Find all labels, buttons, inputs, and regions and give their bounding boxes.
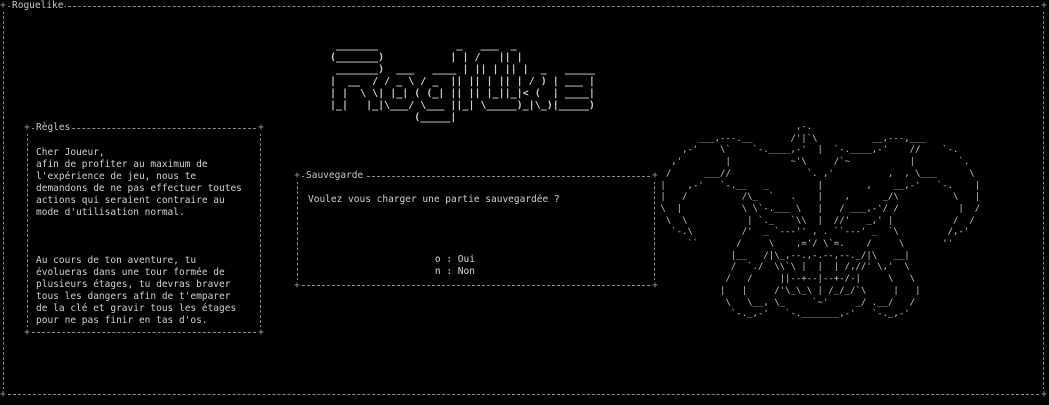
frame-corner: + bbox=[24, 122, 30, 134]
frame-corner: + bbox=[294, 170, 300, 182]
save-dialog-title: Sauvegarde bbox=[304, 170, 366, 182]
save-question: Voulez vous charger une partie sauvegard… bbox=[308, 194, 560, 205]
frame-corner: + bbox=[258, 122, 264, 134]
frame-corner: + bbox=[24, 327, 30, 339]
rules-text: Cher Joueur, afin de profiter au maximum… bbox=[36, 147, 261, 363]
rules-panel: + + + + Règles Cher Joueur, afin de prof… bbox=[24, 122, 264, 339]
frame-corner: + bbox=[294, 280, 300, 292]
save-dialog: + + + + Sauvegarde Voulez vous charger u… bbox=[294, 170, 658, 292]
window-title: Roguelike bbox=[10, 0, 66, 12]
no-option[interactable]: n : Non bbox=[435, 266, 475, 278]
rules-paragraph-1: Cher Joueur, afin de profiter au maximum… bbox=[36, 147, 242, 218]
yes-option[interactable]: o : Oui bbox=[435, 254, 475, 266]
rules-paragraph-2: Au cours de ton aventure, tu évolueras d… bbox=[36, 255, 237, 326]
frame-corner: + bbox=[1041, 389, 1047, 401]
game-logo: _______ _ ___ _ (_______) | | / || | ___… bbox=[330, 40, 595, 123]
save-choices: o : Oui n : Non bbox=[412, 242, 527, 290]
frame-corner: + bbox=[0, 0, 6, 12]
frame-corner: + bbox=[1041, 0, 1047, 12]
rules-title: Règles bbox=[34, 122, 73, 134]
frame-corner: + bbox=[0, 389, 6, 401]
skull-art: ,-. ___,---.__ /'|`\ __,---,___ ,-' \` `… bbox=[660, 122, 981, 320]
